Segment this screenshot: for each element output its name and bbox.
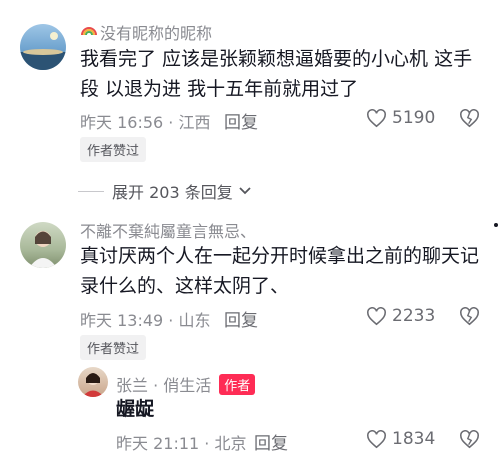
reply-button[interactable]: 回复: [254, 429, 288, 454]
comment-location: 江西: [178, 113, 211, 132]
dislike-button[interactable]: [459, 307, 480, 330]
heart-icon: [367, 306, 386, 325]
avatar[interactable]: [20, 222, 66, 268]
reply-username[interactable]: 张兰 · 俏生活: [116, 372, 211, 396]
reply-meta: 昨天 21:11 · 北京: [116, 434, 247, 453]
reply-location: 北京: [214, 434, 247, 453]
stray-dot: [494, 223, 498, 227]
comment-meta: 昨天 16:56 · 江西: [80, 113, 211, 132]
dislike-button[interactable]: [459, 430, 480, 453]
avatar-landscape-icon: [20, 32, 66, 70]
reply-text: 龌龊: [116, 398, 155, 420]
reply-button[interactable]: 回复: [224, 108, 258, 133]
comment-username[interactable]: 不離不棄純屬童言無忌、: [80, 218, 256, 242]
like-button[interactable]: 2233: [366, 306, 435, 326]
broken-heart-icon: [460, 307, 479, 326]
reply-button[interactable]: 回复: [224, 306, 258, 331]
heart-icon: [367, 429, 386, 448]
broken-heart-icon: [460, 430, 479, 449]
like-count: 1834: [392, 429, 436, 449]
expand-replies[interactable]: 展开 203 条回复: [78, 179, 252, 203]
comment-meta: 昨天 13:49 · 山东: [80, 311, 211, 330]
comment-text: 我看完了 应该是张颖颖想逼婚要的小心机 这手段 以退为进 我十五年前就用过了: [80, 48, 473, 100]
rainbow-icon: [80, 21, 98, 37]
like-button[interactable]: 1834: [366, 429, 435, 449]
expand-replies-label: 展开 203 条回复: [112, 183, 233, 202]
comment-time: 昨天 13:49: [80, 311, 164, 330]
avatar-person-icon: [29, 231, 57, 268]
chevron-down-icon: [239, 187, 251, 195]
reply-header: 张兰 · 俏生活 作者: [116, 372, 256, 396]
like-button[interactable]: 5190: [366, 108, 435, 128]
dislike-button[interactable]: [459, 109, 480, 132]
reply-time: 昨天 21:11: [116, 434, 200, 453]
comment-time: 昨天 16:56: [80, 113, 164, 132]
comment-location: 山东: [178, 311, 211, 330]
avatar[interactable]: [78, 367, 108, 397]
comment-text: 真讨厌两个人在一起分开时候拿出之前的聊天记录什么的、这样太阴了、: [80, 245, 480, 297]
avatar[interactable]: [20, 24, 66, 70]
author-tag: 作者: [219, 373, 256, 395]
comment-username[interactable]: 没有昵称的昵称: [100, 20, 212, 44]
author-liked-badge: 作者赞过: [80, 137, 147, 162]
like-count: 2233: [392, 306, 436, 326]
expand-divider: [78, 190, 104, 192]
avatar-person-icon: [82, 373, 104, 397]
like-count: 5190: [392, 108, 436, 128]
author-liked-badge: 作者赞过: [80, 335, 147, 360]
heart-icon: [367, 108, 386, 127]
broken-heart-icon: [460, 109, 479, 128]
